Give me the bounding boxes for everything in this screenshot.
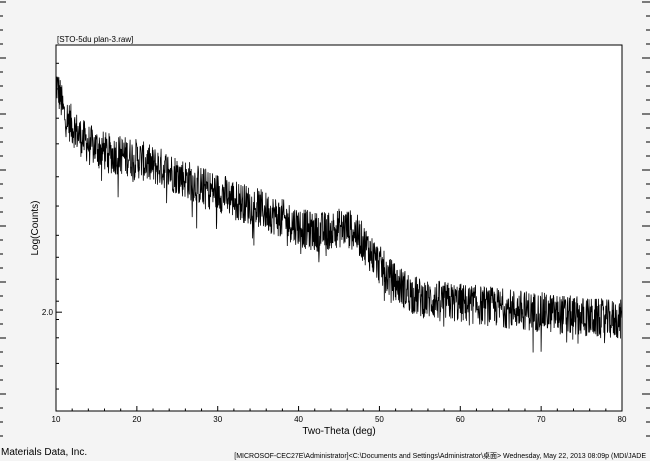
x-tick-label: 80: [618, 415, 627, 424]
plot-frame: [55, 44, 623, 412]
x-tick-label: 30: [213, 415, 222, 424]
file-label: [STO-5du plan-3.raw]: [57, 35, 133, 44]
y-axis-title: Log(Counts): [30, 200, 41, 255]
x-tick-label: 70: [537, 415, 546, 424]
x-tick-label: 10: [52, 415, 61, 424]
x-tick-label: 20: [132, 415, 141, 424]
x-tick-label: 60: [456, 415, 465, 424]
x-axis-title: Two-Theta (deg): [302, 426, 375, 437]
y-tick-label: 2.0: [42, 308, 54, 317]
footer-status: [MICROSOF-CEC27E\Administrator]<C:\Docum…: [234, 453, 646, 460]
footer-company: Materials Data, Inc.: [1, 447, 88, 458]
x-tick-label: 50: [375, 415, 384, 424]
xrd-chart: [STO-5du plan-3.raw] 10 20 30 40 50 60 70 80 2.…: [30, 35, 627, 437]
x-tick-label: 40: [294, 415, 303, 424]
